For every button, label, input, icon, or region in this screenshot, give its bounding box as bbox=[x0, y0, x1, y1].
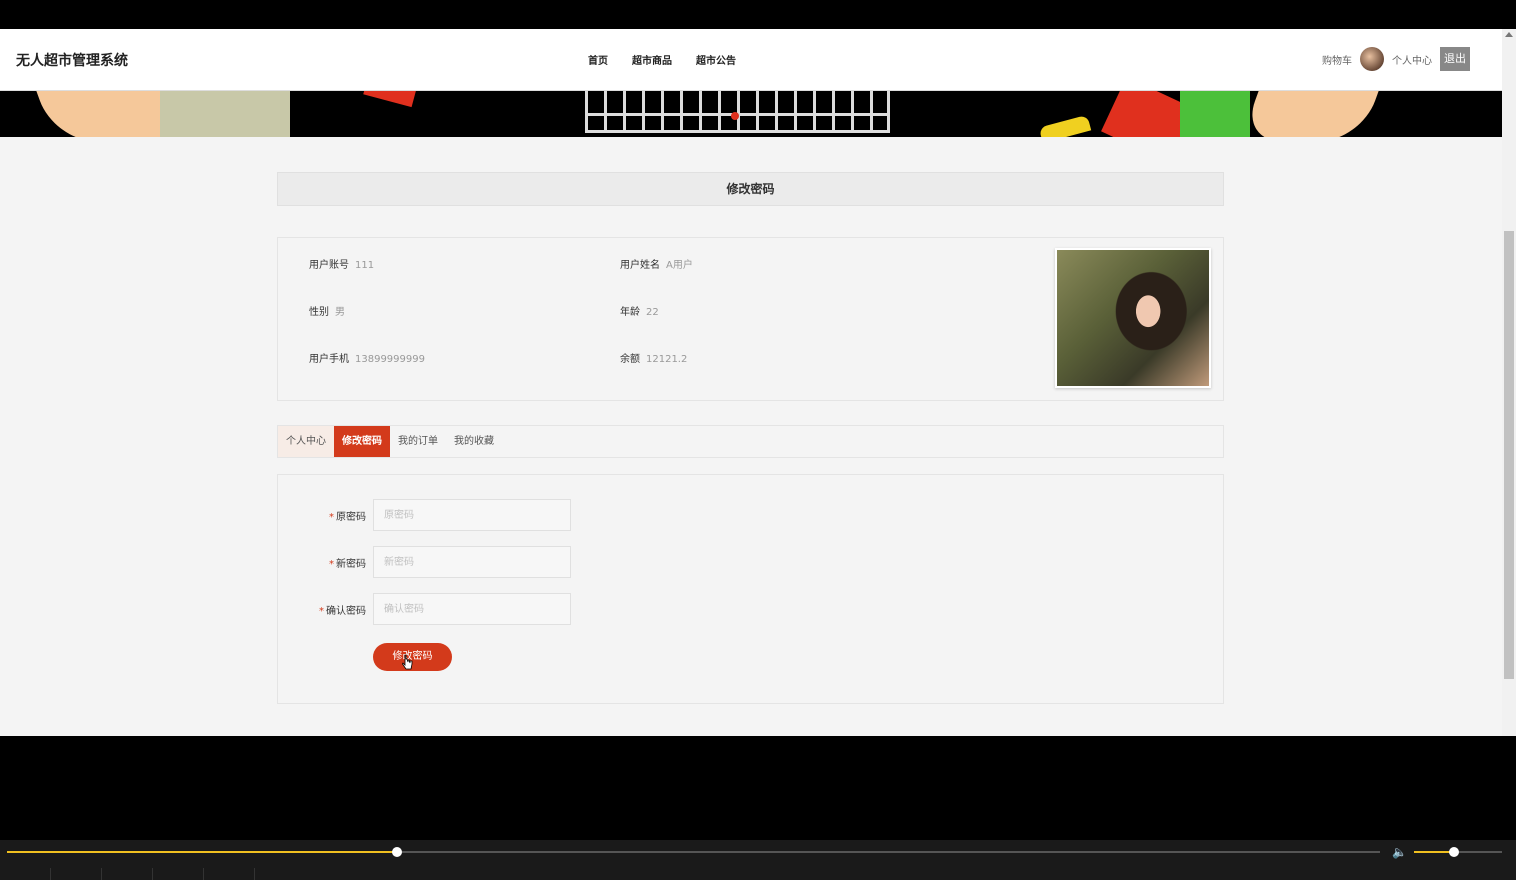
name-info: 用户姓名 A用户 bbox=[620, 256, 693, 271]
confirm-password-input[interactable] bbox=[373, 593, 571, 625]
seek-bar[interactable] bbox=[7, 847, 1380, 857]
tab-personal-center[interactable]: 个人中心 bbox=[278, 426, 334, 457]
age-label: 年龄 bbox=[620, 307, 640, 318]
gender-label: 性别 bbox=[309, 307, 329, 318]
nav-notices[interactable]: 超市公告 bbox=[696, 52, 736, 67]
balance-info: 余额 12121.2 bbox=[620, 350, 687, 365]
confirm-password-label: * 确认密码 bbox=[319, 606, 366, 617]
scroll-up-icon[interactable] bbox=[1505, 32, 1513, 37]
volume-slider[interactable] bbox=[1414, 847, 1502, 857]
tab-my-favorites[interactable]: 我的收藏 bbox=[446, 426, 502, 457]
balance-label: 余额 bbox=[620, 354, 640, 365]
header-user-area: 购物车 个人中心 退出 bbox=[1322, 47, 1470, 71]
video-black-area bbox=[0, 736, 1516, 840]
account-label: 用户账号 bbox=[309, 260, 349, 271]
tab-my-orders[interactable]: 我的订单 bbox=[390, 426, 446, 457]
phone-info: 用户手机 13899999999 bbox=[309, 350, 425, 365]
user-photo bbox=[1055, 248, 1211, 388]
mouse-cursor-icon bbox=[402, 654, 413, 670]
video-player-controls: 🔈 bbox=[0, 840, 1516, 880]
user-tabs: 个人中心 修改密码 我的订单 我的收藏 bbox=[277, 425, 1224, 458]
nav-home[interactable]: 首页 bbox=[588, 52, 608, 67]
name-label: 用户姓名 bbox=[620, 260, 660, 271]
scrollbar-thumb[interactable] bbox=[1504, 231, 1514, 679]
browser-viewport: 无人超市管理系统 首页 超市商品 超市公告 购物车 个人中心 退出 修改密码 用… bbox=[0, 29, 1502, 736]
account-info: 用户账号 111 bbox=[309, 256, 374, 271]
gender-info: 性别男 bbox=[309, 303, 345, 318]
age-info: 年龄 22 bbox=[620, 303, 659, 318]
password-form: * 原密码 * 新密码 * 确认密码 修改密码 bbox=[277, 474, 1224, 704]
old-password-row: * 原密码 bbox=[278, 499, 578, 531]
personal-center-link[interactable]: 个人中心 bbox=[1392, 52, 1432, 67]
logout-button[interactable]: 退出 bbox=[1440, 47, 1470, 71]
age-value: 22 bbox=[646, 307, 659, 318]
main-nav: 首页 超市商品 超市公告 bbox=[588, 52, 736, 67]
old-password-input[interactable] bbox=[373, 499, 571, 531]
tab-change-password[interactable]: 修改密码 bbox=[334, 426, 390, 457]
name-value: A用户 bbox=[666, 260, 693, 271]
volume-knob[interactable] bbox=[1448, 847, 1459, 857]
gender-value: 男 bbox=[335, 307, 345, 318]
old-password-label: * 原密码 bbox=[329, 512, 366, 523]
nav-products[interactable]: 超市商品 bbox=[632, 52, 672, 67]
balance-value: 12121.2 bbox=[646, 354, 688, 365]
player-bottom-segments bbox=[0, 868, 1516, 880]
site-header: 无人超市管理系统 首页 超市商品 超市公告 购物车 个人中心 退出 bbox=[0, 29, 1502, 91]
page-title: 修改密码 bbox=[277, 172, 1224, 206]
account-value: 111 bbox=[355, 260, 375, 271]
avatar[interactable] bbox=[1360, 47, 1384, 71]
site-brand[interactable]: 无人超市管理系统 bbox=[16, 50, 128, 70]
volume-icon[interactable]: 🔈 bbox=[1392, 845, 1407, 859]
window-top-bar bbox=[0, 0, 1516, 29]
phone-value: 13899999999 bbox=[355, 354, 425, 365]
new-password-input[interactable] bbox=[373, 546, 571, 578]
seek-knob[interactable] bbox=[391, 847, 402, 857]
page-scrollbar[interactable] bbox=[1502, 29, 1516, 752]
new-password-label: * 新密码 bbox=[329, 559, 366, 570]
new-password-row: * 新密码 bbox=[278, 546, 578, 578]
volume-level bbox=[1414, 851, 1454, 853]
phone-label: 用户手机 bbox=[309, 354, 349, 365]
user-info-card: 用户账号 111 用户姓名 A用户 性别男 年龄 22 用户手机 13899999999… bbox=[277, 237, 1224, 401]
banner-image bbox=[0, 91, 1502, 137]
cart-link[interactable]: 购物车 bbox=[1322, 52, 1352, 67]
confirm-password-row: * 确认密码 bbox=[278, 593, 578, 625]
seek-progress bbox=[7, 851, 397, 853]
